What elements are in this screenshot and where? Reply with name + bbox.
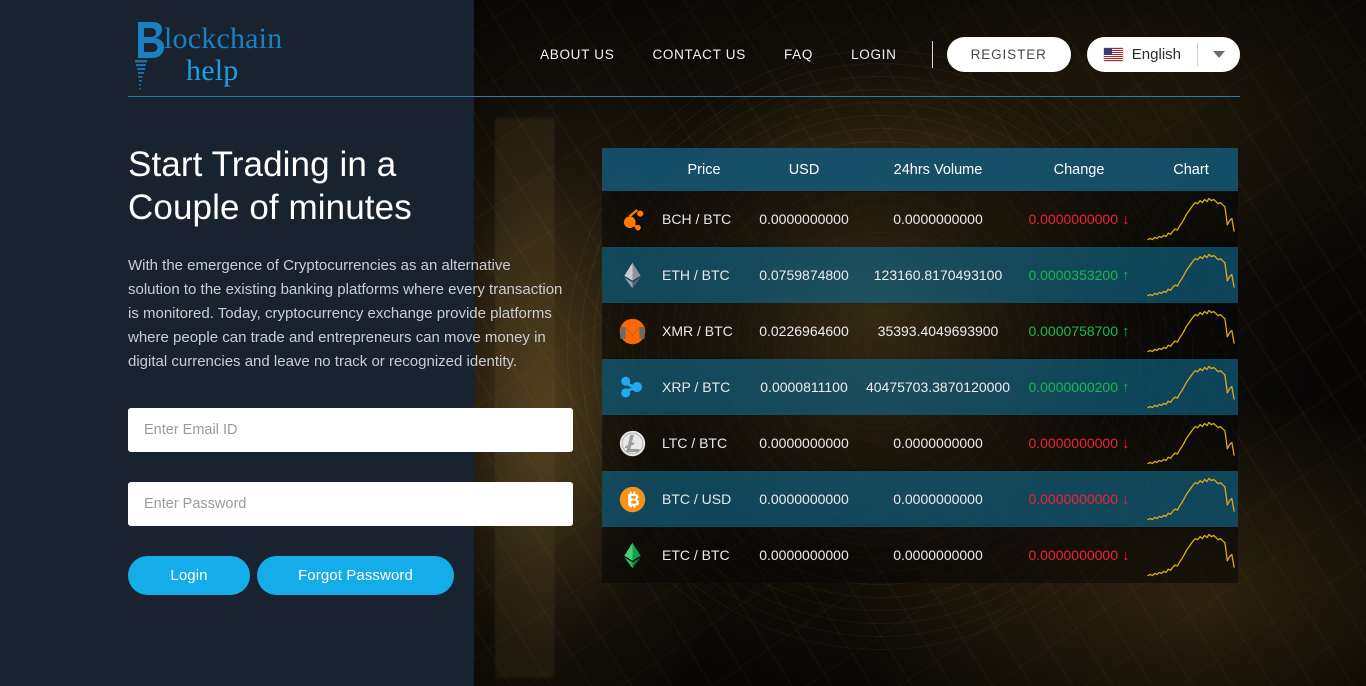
bch-icon xyxy=(602,205,662,234)
arrow-down-icon: ↓ xyxy=(1122,490,1130,508)
cell-change: 0.0000000000 ↓ xyxy=(1014,211,1144,227)
etc-icon xyxy=(602,541,662,570)
forgot-password-button[interactable]: Forgot Password xyxy=(257,556,454,595)
table-row[interactable]: BCH / BTC 0.0000000000 0.0000000000 0.00000… xyxy=(602,191,1238,247)
market-table: Price USD 24hrs Volume Change Chart BCH … xyxy=(602,148,1238,583)
arrow-up-icon: ↑ xyxy=(1122,322,1130,340)
market-rows-container: BCH / BTC 0.0000000000 0.0000000000 0.00000… xyxy=(602,191,1238,583)
cell-pair: XMR / BTC xyxy=(662,323,733,339)
column-header-volume: 24hrs Volume xyxy=(893,161,983,178)
cell-change: 0.0000000200 ↑ xyxy=(1014,379,1144,395)
cell-usd: 0.0000000000 xyxy=(759,547,849,563)
xmr-icon xyxy=(602,317,662,346)
language-label: English xyxy=(1131,45,1181,63)
sparkline-chart xyxy=(1144,362,1238,412)
logo-text-secondary: help xyxy=(186,54,239,87)
hero-description: With the emergence of Cryptocurrencies a… xyxy=(128,257,563,370)
arrow-up-icon: ↑ xyxy=(1122,378,1130,396)
logo[interactable]: lockchain help xyxy=(128,18,388,90)
cell-change: 0.0000353200 ↑ xyxy=(1014,267,1144,283)
arrow-down-icon: ↓ xyxy=(1122,546,1130,564)
chevron-down-icon[interactable] xyxy=(1198,37,1240,72)
cell-volume: 0.0000000000 xyxy=(893,547,983,563)
email-field[interactable] xyxy=(128,408,573,452)
cell-volume: 35393.4049693900 xyxy=(877,323,999,339)
change-value: 0.0000000000 xyxy=(1028,491,1119,507)
cell-usd: 0.0000000000 xyxy=(759,211,849,227)
cell-pair: LTC / BTC xyxy=(662,435,728,451)
cell-volume: 40475703.3870120000 xyxy=(865,379,1011,395)
sparkline-chart xyxy=(1144,194,1238,244)
table-row[interactable]: XRP / BTC 0.0000811100 40475703.3870120000… xyxy=(602,359,1238,415)
login-form: Login Forgot Password xyxy=(128,408,573,595)
sparkline-chart xyxy=(1144,530,1238,580)
cell-usd: 0.0000000000 xyxy=(759,435,849,451)
change-value: 0.0000000200 xyxy=(1028,379,1119,395)
nav-login[interactable]: LOGIN xyxy=(832,47,916,62)
arrow-up-icon: ↑ xyxy=(1122,266,1130,284)
cell-pair: ETC / BTC xyxy=(662,547,730,563)
change-value: 0.0000000000 xyxy=(1028,435,1119,451)
sparkline-chart xyxy=(1144,418,1238,468)
register-button[interactable]: REGISTER xyxy=(946,36,1071,72)
change-value: 0.0000353200 xyxy=(1028,267,1119,283)
nav-divider xyxy=(931,40,933,68)
main-navigation: ABOUT US CONTACT US FAQ LOGIN REGISTER E… xyxy=(521,32,1240,76)
cell-pair: BTC / USD xyxy=(662,491,732,507)
cell-change: 0.0000000000 ↓ xyxy=(1014,547,1144,563)
cell-usd: 0.0226964600 xyxy=(759,323,849,339)
table-row[interactable]: ETH / BTC 0.0759874800 123160.8170493100 0.… xyxy=(602,247,1238,303)
language-selector[interactable]: English xyxy=(1086,36,1240,72)
cell-change: 0.0000000000 ↓ xyxy=(1014,435,1144,451)
nav-faq[interactable]: FAQ xyxy=(765,47,832,62)
ltc-icon xyxy=(602,429,662,458)
sparkline-chart xyxy=(1144,250,1238,300)
cell-volume: 0.0000000000 xyxy=(893,211,983,227)
nav-contact-us[interactable]: CONTACT US xyxy=(633,47,765,62)
site-header: lockchain help ABOUT US CONTACT US FAQ L… xyxy=(0,0,1366,97)
page-title: Start Trading in a Couple of minutes xyxy=(128,145,412,227)
cell-volume: 0.0000000000 xyxy=(893,435,983,451)
arrow-down-icon: ↓ xyxy=(1122,434,1130,452)
hero-section: Start Trading in a Couple of minutes Wit… xyxy=(128,143,578,595)
nav-about-us[interactable]: ABOUT US xyxy=(521,47,633,62)
header-underline xyxy=(128,96,1240,97)
cell-volume: 123160.8170493100 xyxy=(873,267,1003,283)
cell-usd: 0.0759874800 xyxy=(759,267,849,283)
cell-pair: BCH / BTC xyxy=(662,211,732,227)
logo-text-primary: lockchain xyxy=(164,22,283,55)
table-row[interactable]: BTC / USD 0.0000000000 0.0000000000 0.00000… xyxy=(602,471,1238,527)
change-value: 0.0000758700 xyxy=(1028,323,1119,339)
cell-change: 0.0000758700 ↑ xyxy=(1014,323,1144,339)
cell-usd: 0.0000811100 xyxy=(760,379,848,395)
sparkline-chart xyxy=(1144,474,1238,524)
market-table-header: Price USD 24hrs Volume Change Chart xyxy=(602,148,1238,191)
eth-icon xyxy=(602,261,662,290)
sparkline-chart xyxy=(1144,306,1238,356)
password-field[interactable] xyxy=(128,482,573,526)
form-actions: Login Forgot Password xyxy=(128,556,573,595)
change-value: 0.0000000000 xyxy=(1028,211,1119,227)
btc-icon xyxy=(602,485,662,514)
cell-pair: ETH / BTC xyxy=(662,267,730,283)
table-row[interactable]: LTC / BTC 0.0000000000 0.0000000000 0.00000… xyxy=(602,415,1238,471)
arrow-down-icon: ↓ xyxy=(1122,210,1130,228)
cell-pair: XRP / BTC xyxy=(662,379,731,395)
language-selector-value[interactable]: English xyxy=(1087,37,1197,72)
change-value: 0.0000000000 xyxy=(1028,547,1119,563)
column-header-chart: Chart xyxy=(1173,161,1209,178)
cell-volume: 0.0000000000 xyxy=(893,491,983,507)
column-header-price: Price xyxy=(687,161,721,178)
login-button[interactable]: Login xyxy=(128,556,250,595)
us-flag-icon xyxy=(1103,47,1123,61)
column-header-change: Change xyxy=(1053,161,1105,178)
table-row[interactable]: XMR / BTC 0.0226964600 35393.4049693900 0.0… xyxy=(602,303,1238,359)
xrp-icon xyxy=(602,373,662,402)
table-row[interactable]: ETC / BTC 0.0000000000 0.0000000000 0.00000… xyxy=(602,527,1238,583)
cell-usd: 0.0000000000 xyxy=(759,491,849,507)
column-header-usd: USD xyxy=(788,161,820,178)
cell-change: 0.0000000000 ↓ xyxy=(1014,491,1144,507)
